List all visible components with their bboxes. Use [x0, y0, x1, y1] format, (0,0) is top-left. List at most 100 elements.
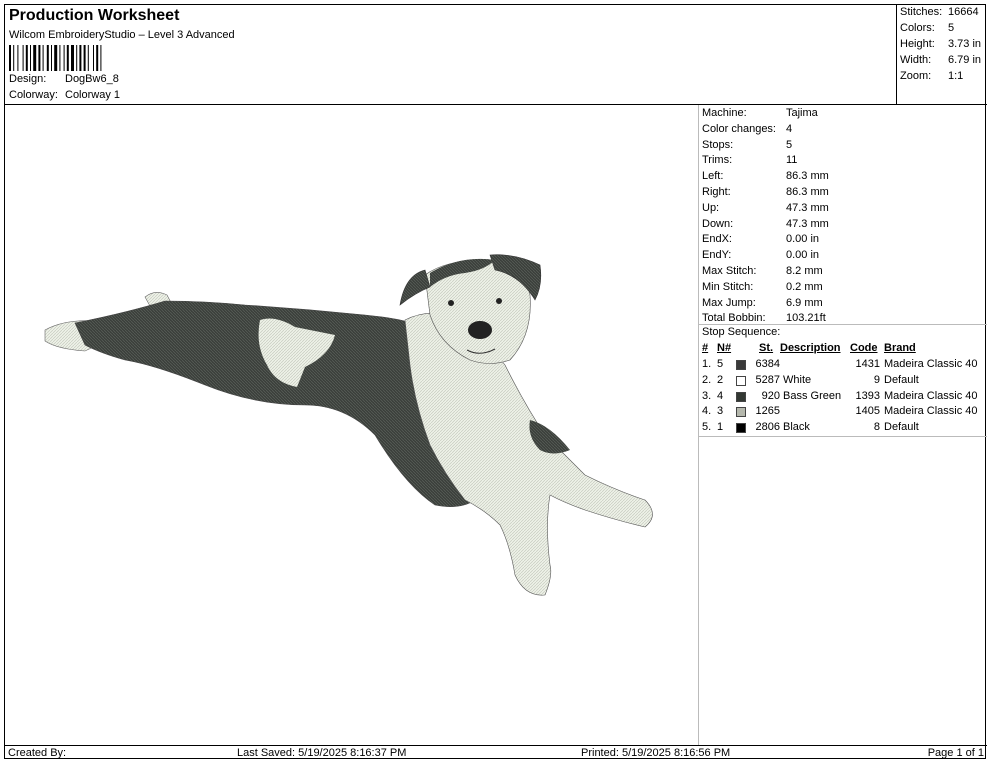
design-value: DogBw6_8	[65, 73, 119, 85]
page-title: Production Worksheet	[9, 7, 180, 24]
machine-label: Min Stitch:	[702, 280, 754, 293]
stop-brand: Madeira Classic 40	[884, 405, 978, 418]
stop-num: 1.	[702, 358, 712, 370]
stop-row: 4. 3 1265 1405 Madeira Classic 40	[699, 405, 987, 420]
stop-code: 1393	[855, 389, 880, 402]
colorway-value: Colorway 1	[65, 89, 121, 101]
stat-label: Width:	[900, 54, 932, 66]
machine-label: Right:	[702, 186, 731, 198]
machine-label: Down:	[702, 217, 734, 230]
stat-stitches: Stitches: 16664	[900, 6, 979, 18]
machine-label: Max Stitch:	[702, 265, 757, 277]
machine-row: Max Jump: 6.9 mm	[702, 297, 823, 309]
stop-n: 1	[717, 421, 724, 434]
embroidery-dog-image	[44, 254, 653, 596]
stop-code: 9	[873, 373, 880, 386]
thread-color-swatch	[736, 423, 746, 434]
stat-label: Colors:	[900, 22, 935, 34]
machine-row: Max Stitch: 8.2 mm	[702, 265, 823, 277]
stat-zoom: Zoom: 1:1	[900, 70, 963, 82]
machine-label: Machine:	[702, 107, 747, 119]
machine-value: 8.2 mm	[786, 265, 823, 277]
printed-date: Printed: 5/19/2025 8:16:56 PM	[581, 747, 731, 759]
stop-sequence-header: # N# St. Description Code Brand	[699, 342, 987, 357]
stop-stitches: 2806	[755, 421, 780, 434]
stop-brand: Default	[884, 373, 919, 386]
machine-value: Tajima	[786, 107, 818, 119]
machine-details: Machine: Tajima Color changes: 4 Stops: 5 Trim…	[699, 105, 987, 325]
design-row: Design: DogBw6_8	[9, 73, 119, 85]
stat-width: Width: 6.79 in	[900, 54, 981, 66]
stat-value: 5	[948, 22, 955, 34]
machine-value: 6.9 mm	[786, 296, 823, 309]
stop-num: 2.	[702, 373, 712, 386]
machine-label: Up:	[702, 201, 720, 214]
thread-color-swatch	[736, 391, 746, 402]
machine-label: Total Bobbin:	[702, 312, 766, 325]
stat-colors: Colors: 5	[900, 22, 954, 34]
machine-value: 47.3 mm	[786, 201, 829, 214]
stat-label: Height:	[900, 38, 935, 50]
machine-row: Up: 47.3 mm	[702, 202, 829, 214]
worksheet-header: Production Worksheet Wilcom EmbroiderySt…	[5, 5, 897, 105]
machine-row: Left: 86.3 mm	[702, 170, 829, 182]
machine-row: Right: 86.3 mm	[702, 186, 829, 198]
stop-n: 5	[717, 358, 724, 370]
stop-description: Bass Green	[783, 389, 842, 402]
machine-value: 86.3 mm	[786, 170, 829, 183]
thread-color-swatch	[736, 407, 746, 418]
stop-stitches: 1265	[755, 405, 780, 418]
page-number: Page 1 of 1	[927, 747, 984, 759]
machine-value: 4	[786, 122, 793, 135]
stop-code: 8	[873, 421, 880, 434]
stop-description: White	[783, 373, 812, 386]
machine-value: 103.21ft	[786, 312, 826, 325]
stat-value: 6.79 in	[948, 54, 982, 66]
stop-brand: Default	[884, 421, 919, 434]
machine-value: 0.2 mm	[786, 280, 823, 293]
machine-value: 0.00 in	[786, 233, 820, 246]
machine-label: EndX:	[702, 233, 732, 246]
design-stats: Stitches: 16664 Colors: 5 Height: 3.73 in W…	[897, 5, 987, 105]
machine-label: EndY:	[702, 249, 732, 262]
machine-row: Machine: Tajima	[702, 107, 818, 119]
col-num: #	[702, 342, 709, 354]
stop-n: 3	[717, 405, 724, 418]
barcode-image	[9, 45, 102, 71]
machine-row: Stops: 5	[702, 139, 792, 151]
stop-n: 4	[717, 389, 724, 402]
stop-sequence: Stop Sequence: # N# St. Description Code…	[699, 325, 987, 437]
stat-value: 3.73 in	[948, 38, 982, 50]
col-code: Code	[850, 342, 878, 354]
colorway-row: Colorway: Colorway 1	[9, 89, 120, 101]
stop-n: 2	[717, 373, 724, 386]
machine-row: EndX: 0.00 in	[702, 233, 819, 245]
colorway-label: Colorway:	[9, 89, 58, 101]
machine-value: 47.3 mm	[786, 217, 829, 230]
stop-row: 2. 2 5287 White 9 Default	[699, 374, 987, 389]
machine-row: Trims: 11	[702, 154, 797, 166]
machine-row: Down: 47.3 mm	[702, 218, 829, 230]
machine-label: Color changes:	[702, 122, 776, 135]
last-saved: Last Saved: 5/19/2025 8:16:37 PM	[237, 747, 407, 759]
col-brand: Brand	[884, 342, 916, 354]
stop-code: 1405	[855, 405, 880, 418]
machine-row: EndY: 0.00 in	[702, 249, 819, 261]
stat-value: 1:1	[948, 70, 964, 82]
machine-value: 86.3 mm	[786, 186, 829, 198]
machine-row: Min Stitch: 0.2 mm	[702, 281, 823, 293]
design-preview	[5, 105, 699, 745]
machine-value: 5	[786, 138, 793, 151]
stop-num: 5.	[702, 421, 712, 434]
col-n: N#	[717, 342, 732, 354]
stop-code: 1431	[855, 358, 880, 370]
stop-row: 1. 5 6384 1431 Madeira Classic 40	[699, 358, 987, 373]
stop-stitches: 6384	[755, 358, 780, 370]
worksheet-frame: Production Worksheet Wilcom EmbroiderySt…	[4, 4, 987, 759]
stop-num: 4.	[702, 405, 712, 418]
stat-height: Height: 3.73 in	[900, 38, 981, 50]
created-by: Created By:	[8, 747, 67, 759]
stat-label: Zoom:	[900, 70, 932, 82]
machine-label: Max Jump:	[702, 296, 756, 309]
design-label: Design:	[9, 73, 47, 85]
